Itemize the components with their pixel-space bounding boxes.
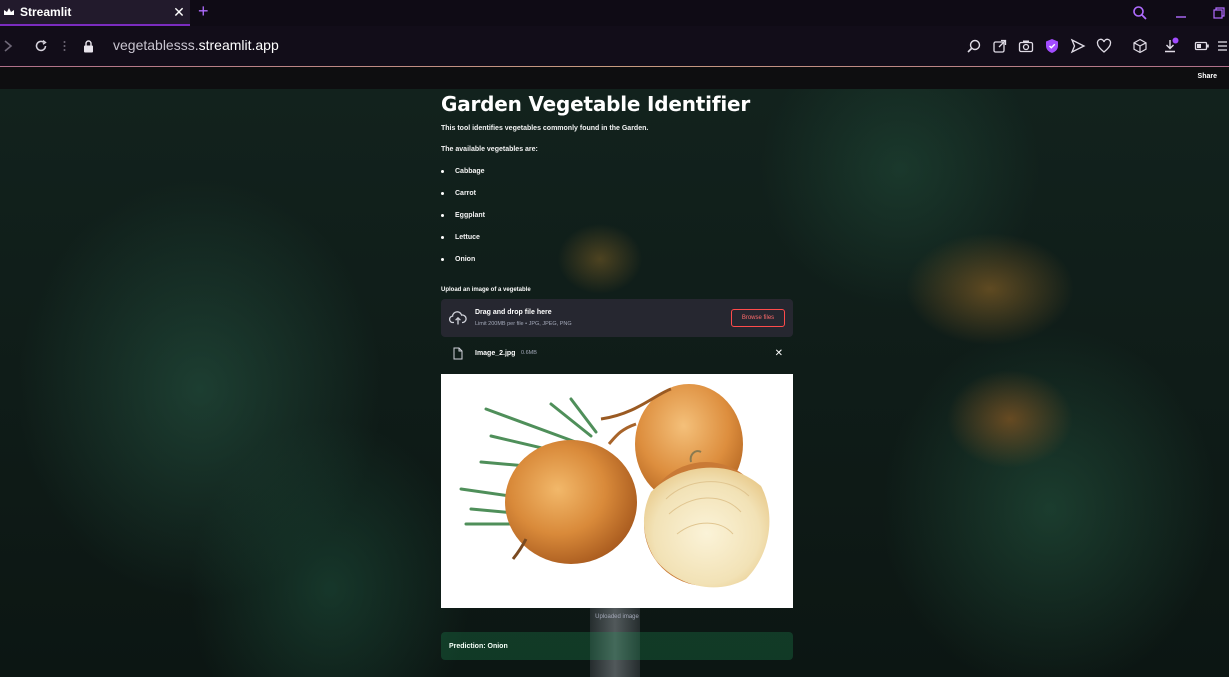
intro-text: This tool identifies vegetables commonly… <box>441 125 649 132</box>
screenshot-camera-icon[interactable] <box>1013 26 1039 66</box>
file-icon <box>453 347 463 365</box>
prediction-text: Prediction: Onion <box>449 643 508 650</box>
url-field[interactable]: vegetablesss.streamlit.app <box>113 37 279 53</box>
file-uploader-label: Upload an image of a vegetable <box>441 287 531 293</box>
new-tab-icon[interactable]: + <box>198 1 209 21</box>
list-item: Cabbage <box>441 168 485 190</box>
cube-extension-icon[interactable] <box>1127 26 1153 66</box>
dropzone-title: Drag and drop file here <box>475 309 552 316</box>
tab-search-icon[interactable] <box>1132 2 1148 24</box>
close-tab-icon[interactable]: ✕ <box>168 4 190 21</box>
browser-tab-bar: Streamlit ✕ + <box>0 0 1229 26</box>
share-button[interactable]: Share <box>1198 73 1217 80</box>
main-content: Garden Vegetable Identifier This tool id… <box>441 89 793 660</box>
site-info-dots-icon[interactable] <box>60 26 68 66</box>
lock-icon[interactable] <box>80 26 96 66</box>
uploaded-file-item: Image_2.jpg 0.6MB ✕ <box>441 344 793 364</box>
browser-toolbar <box>961 26 1229 66</box>
browse-files-button[interactable]: Browse files <box>731 309 785 327</box>
menu-icon[interactable] <box>1215 26 1229 66</box>
list-item: Carrot <box>441 190 485 212</box>
tab-title: Streamlit <box>20 5 72 19</box>
file-dropzone[interactable]: Drag and drop file here Limit 200MB per … <box>441 299 793 337</box>
restore-window-icon[interactable] <box>1212 2 1226 24</box>
page-zoom-search-icon[interactable] <box>961 26 987 66</box>
reload-icon[interactable] <box>30 26 52 66</box>
url-domain: streamlit.app <box>198 37 279 53</box>
file-name: Image_2.jpg <box>475 350 516 357</box>
streamlit-crown-icon <box>3 6 15 18</box>
downloads-icon[interactable] <box>1153 26 1189 66</box>
cloud-upload-icon <box>448 310 467 331</box>
dropzone-limit-text: Limit 200MB per file • JPG, JPEG, PNG <box>475 321 572 327</box>
shield-icon[interactable] <box>1039 26 1065 66</box>
available-vegetables-heading: The available vegetables are: <box>441 146 538 153</box>
page-title: Garden Vegetable Identifier <box>441 92 751 116</box>
image-caption: Uploaded image <box>595 614 639 620</box>
browser-tab-streamlit[interactable]: Streamlit ✕ <box>0 0 190 26</box>
forward-icon[interactable] <box>0 26 16 66</box>
battery-saver-icon[interactable] <box>1189 26 1215 66</box>
remove-file-icon[interactable]: ✕ <box>775 348 783 359</box>
minimize-window-icon[interactable] <box>1174 2 1188 24</box>
heart-icon[interactable] <box>1091 26 1117 66</box>
file-size: 0.6MB <box>521 350 537 356</box>
share-page-icon[interactable] <box>987 26 1013 66</box>
vegetable-list: Cabbage Carrot Eggplant Lettuce Onion <box>441 168 485 278</box>
list-item: Eggplant <box>441 212 485 234</box>
list-item: Onion <box>441 256 485 278</box>
url-prefix: vegetablesss. <box>113 37 199 53</box>
prediction-success-box: Prediction: Onion <box>441 632 793 660</box>
list-item: Lettuce <box>441 234 485 256</box>
address-bar: vegetablesss.streamlit.app <box>0 26 1229 66</box>
uploaded-onion-image <box>441 374 793 608</box>
send-icon[interactable] <box>1065 26 1091 66</box>
streamlit-header: Share <box>0 67 1229 89</box>
